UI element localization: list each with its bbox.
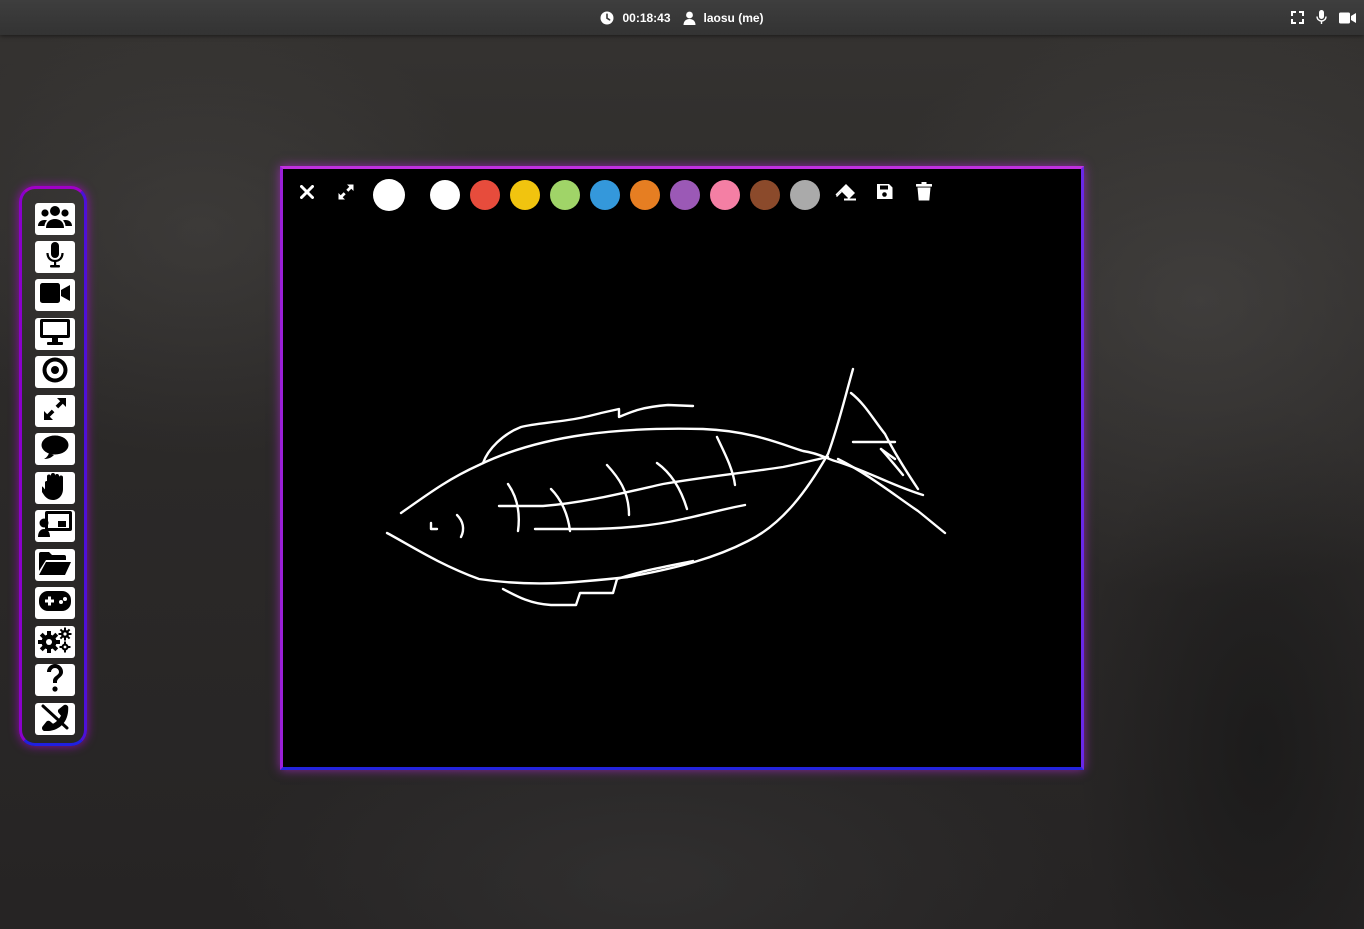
participants-icon (38, 205, 72, 234)
user-icon (683, 11, 696, 25)
folder-open-icon (39, 551, 71, 580)
clock-icon (600, 11, 614, 25)
raise-hand-button[interactable] (35, 472, 75, 504)
participants-button[interactable] (35, 203, 75, 235)
record-button[interactable] (35, 356, 75, 388)
top-bar: 00:18:43 laosu (me) (0, 0, 1364, 35)
games-button[interactable] (35, 587, 75, 619)
microphone-icon[interactable] (1316, 10, 1327, 25)
whiteboard-icon (38, 510, 72, 542)
record-icon (42, 357, 68, 388)
top-controls (1291, 0, 1356, 35)
user-name: laosu (me) (703, 10, 764, 25)
microphone-icon (46, 241, 64, 273)
drawing-canvas[interactable] (283, 169, 1081, 767)
screen-share-icon (40, 318, 70, 350)
sidebar (19, 186, 87, 746)
chat-button[interactable] (35, 433, 75, 465)
gamepad-icon (39, 590, 71, 616)
whiteboard-button[interactable] (35, 510, 75, 542)
fullscreen-button[interactable] (35, 395, 75, 427)
help-icon (45, 663, 65, 697)
session-timer: 00:18:43 (622, 10, 671, 25)
video-button[interactable] (35, 279, 75, 311)
hang-up-button[interactable] (35, 703, 75, 735)
video-camera-icon[interactable] (1339, 12, 1356, 24)
settings-icon (38, 627, 72, 658)
video-camera-icon (40, 282, 70, 308)
settings-button[interactable] (35, 626, 75, 658)
chat-icon (41, 435, 69, 464)
files-button[interactable] (35, 549, 75, 581)
hang-up-icon (40, 703, 70, 736)
microphone-button[interactable] (35, 241, 75, 273)
whiteboard-panel (280, 166, 1084, 770)
session-info: 00:18:43 laosu (me) (0, 0, 1364, 35)
raise-hand-icon (39, 472, 68, 505)
screen-share-button[interactable] (35, 318, 75, 350)
help-button[interactable] (35, 663, 75, 697)
expand-icon (43, 397, 67, 426)
fullscreen-icon[interactable] (1291, 11, 1304, 24)
